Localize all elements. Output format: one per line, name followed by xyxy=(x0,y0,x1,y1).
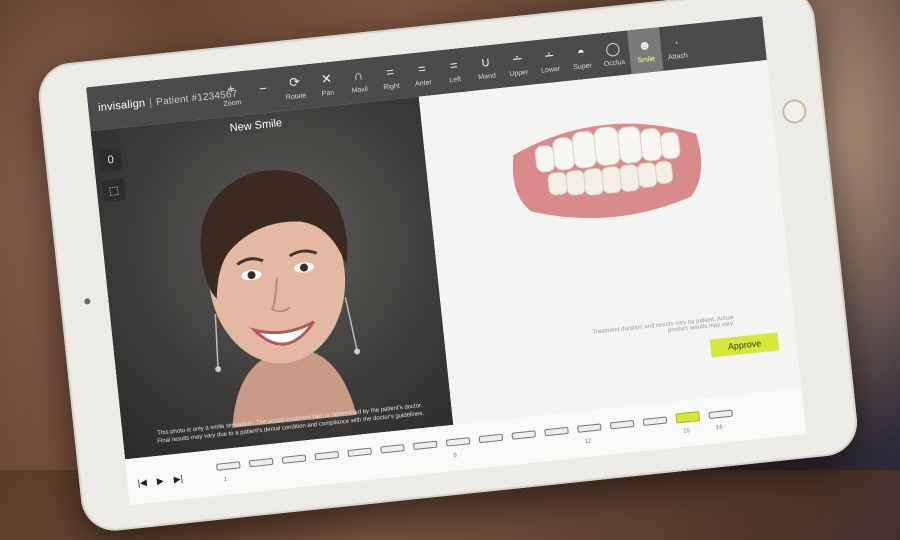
tool-label: Mand xyxy=(477,71,497,81)
tool-label: Left xyxy=(449,75,462,84)
tool-label: Maxil xyxy=(351,85,369,95)
stage-marker[interactable] xyxy=(314,450,340,461)
tool-anter[interactable]: = Anter xyxy=(404,51,440,98)
tool-label: Lower xyxy=(540,65,561,75)
tool-label: Zoom xyxy=(223,98,242,108)
stage-marker[interactable] xyxy=(445,437,471,447)
play-button[interactable]: ▶ xyxy=(156,475,164,487)
approve-button[interactable]: Approve xyxy=(709,332,780,358)
patient-photo xyxy=(200,170,361,428)
playback-controls: |◀ ▶ ▶| xyxy=(137,473,183,489)
stage-marker[interactable] xyxy=(380,444,405,454)
stage-label: 16 xyxy=(715,424,724,432)
screen: invisalign | Patient #1234567 + Zoom − ⟳ Rotat… xyxy=(85,16,807,506)
stage-marker[interactable] xyxy=(412,440,438,451)
stage-marker[interactable] xyxy=(544,426,569,437)
expand-button[interactable]: ⬚ xyxy=(101,177,126,203)
stage-marker[interactable] xyxy=(708,409,733,420)
earring-right-drop xyxy=(354,348,361,355)
tool-label: Pan xyxy=(321,88,335,98)
stage-label: 15 xyxy=(682,428,691,435)
stage-label: 12 xyxy=(584,438,592,446)
mand-icon: ∪ xyxy=(479,53,491,70)
super-icon: ◓ xyxy=(576,43,586,60)
separator: | xyxy=(148,96,153,109)
stage-marker[interactable] xyxy=(511,430,537,440)
maxil-icon: ∩ xyxy=(352,66,364,83)
tool-label: Attach xyxy=(667,51,689,61)
last-stage-button[interactable]: ▶| xyxy=(173,473,183,485)
lower-icon: ∸ xyxy=(542,46,556,63)
attach-icon: · xyxy=(673,33,680,50)
upper-icon: ∸ xyxy=(511,50,524,67)
occlus-icon: ◯ xyxy=(604,39,621,57)
tool-super[interactable]: ◓ Super xyxy=(563,34,599,81)
left-icon: = xyxy=(449,56,459,73)
stage-label: 8 xyxy=(453,452,458,459)
camera-icon xyxy=(84,298,91,305)
tool-smile[interactable]: ☻ Smile xyxy=(627,27,664,75)
smile-icon: ☻ xyxy=(637,36,653,53)
zoom-icon: + xyxy=(226,80,236,97)
tool-label: Anter xyxy=(414,78,433,88)
tool-mand[interactable]: ∪ Mand xyxy=(468,44,504,91)
tool-label: Occlus xyxy=(603,58,626,68)
first-stage-button[interactable]: |◀ xyxy=(137,477,147,489)
tool-label: Right xyxy=(383,82,401,91)
anter-icon: = xyxy=(417,60,427,77)
earring-left xyxy=(214,314,219,368)
tool-label: Upper xyxy=(508,68,529,78)
photo-pane: New Smile 0 ⬚ This photo is only a smile… xyxy=(90,96,454,460)
tool-attach[interactable]: · Attach xyxy=(659,24,695,71)
stage-marker[interactable] xyxy=(216,461,241,471)
reset-button[interactable]: 0 xyxy=(98,148,123,173)
tool-pan[interactable]: ✕ Pan xyxy=(309,61,345,108)
stage-marker[interactable] xyxy=(642,416,668,426)
earring-left-drop xyxy=(215,366,222,373)
right-icon: = xyxy=(385,63,395,80)
stage-marker[interactable] xyxy=(281,454,307,464)
tool-label: Smile xyxy=(637,55,656,65)
tool-label: Rotate xyxy=(285,91,307,102)
pan-icon: ✕ xyxy=(320,70,333,87)
tool-zoom[interactable]: + Zoom xyxy=(213,71,249,118)
side-toolbar: 0 ⬚ xyxy=(98,148,127,210)
stage-marker[interactable] xyxy=(577,423,602,433)
stage-marker[interactable] xyxy=(347,447,372,457)
stage-label: 1 xyxy=(223,476,228,484)
tool-right[interactable]: = Right xyxy=(372,54,408,101)
stage-marker[interactable] xyxy=(675,411,701,424)
tool-label: Super xyxy=(572,61,593,71)
model-pane: Treatment duration and results vary by p… xyxy=(418,60,802,425)
teeth-model[interactable] xyxy=(501,95,712,235)
tablet: invisalign | Patient #1234567 + Zoom − ⟳ Rotat… xyxy=(0,0,900,534)
tool-zoom-out[interactable]: − xyxy=(245,67,281,114)
stage-marker[interactable] xyxy=(609,419,635,430)
brand-text: invisalign xyxy=(97,97,146,115)
tool-lower[interactable]: ∸ Lower xyxy=(532,37,568,84)
earring-right xyxy=(344,297,358,350)
home-button[interactable] xyxy=(781,98,808,125)
rotate-icon: ⟳ xyxy=(288,73,301,90)
tool-occlus[interactable]: ◯ Occlus xyxy=(595,30,631,77)
zoom-out-icon: − xyxy=(258,80,268,97)
stage-marker[interactable] xyxy=(478,433,504,444)
tool-left[interactable]: = Left xyxy=(436,47,472,94)
stage-marker[interactable] xyxy=(248,457,274,468)
tablet-frame: invisalign | Patient #1234567 + Zoom − ⟳ Rotat… xyxy=(35,0,861,534)
tool-upper[interactable]: ∸ Upper xyxy=(500,41,536,88)
tool-maxil[interactable]: ∩ Maxil xyxy=(341,57,377,104)
tool-rotate[interactable]: ⟳ Rotate xyxy=(277,64,313,111)
